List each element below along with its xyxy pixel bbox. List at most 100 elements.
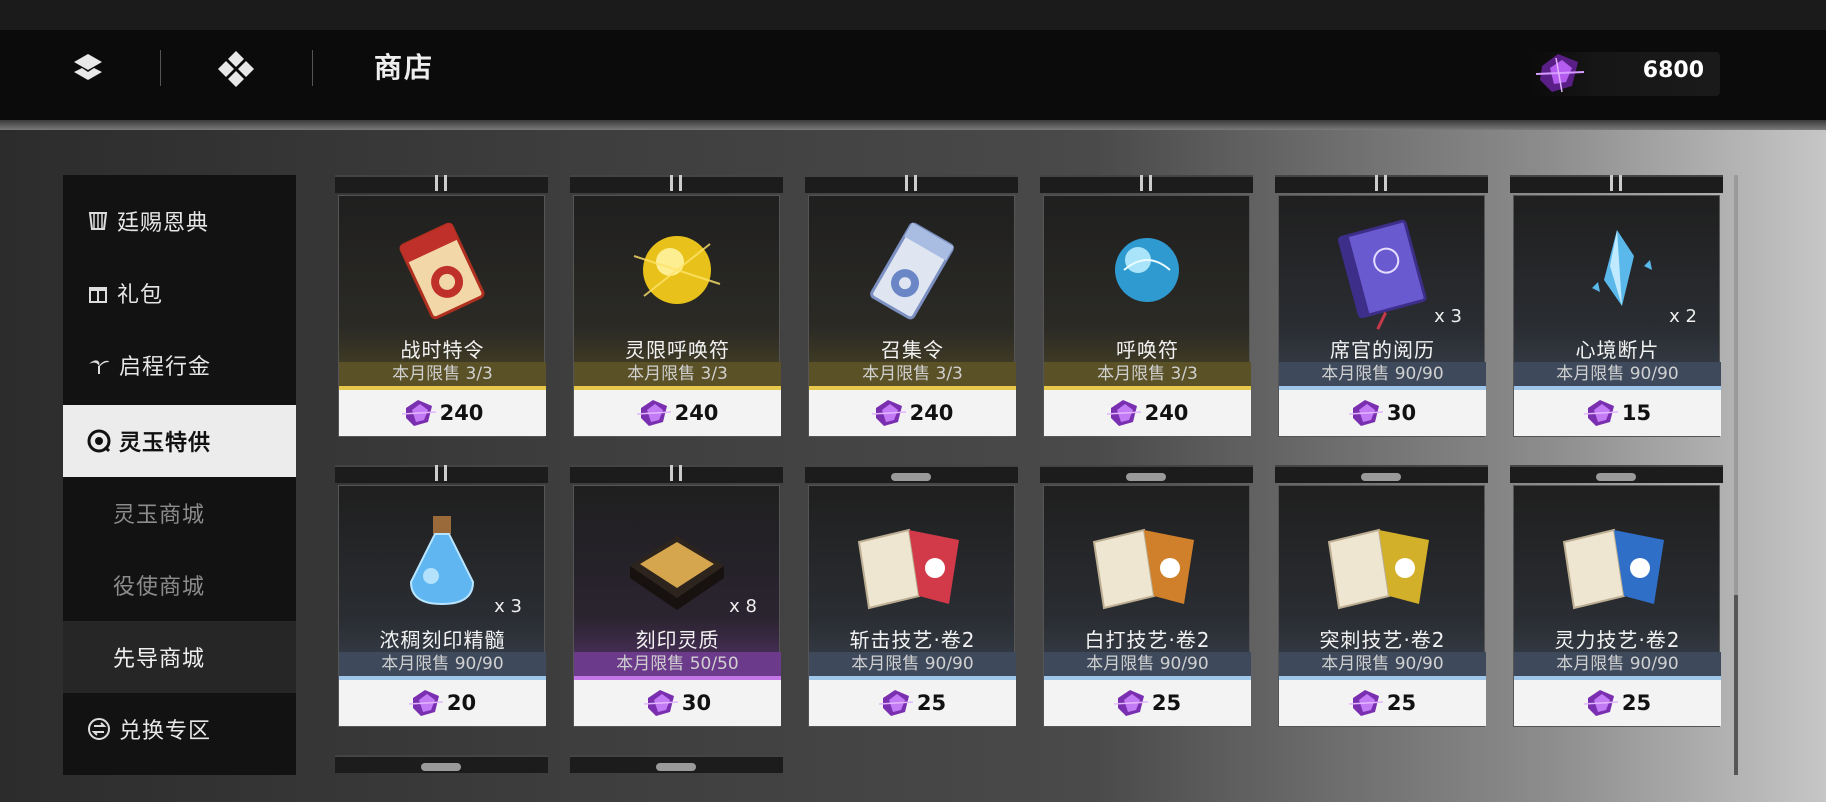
item-price: 240 <box>674 401 719 425</box>
card-cap <box>805 175 1018 193</box>
sidebar-subitem-jade-mall[interactable]: 灵玉商城 <box>63 477 296 549</box>
layers-icon[interactable] <box>68 48 108 88</box>
shop-item-card[interactable]: 突刺技艺·卷2 本月限售 90/90 25 <box>1275 465 1488 730</box>
silver-ticket-icon <box>870 222 954 320</box>
yellow-scroll-icon <box>1327 528 1429 610</box>
shop-item-card[interactable]: x 3 浓稠刻印精髓 本月限售 90/90 20 <box>335 465 548 730</box>
purchase-limit: 本月限售 90/90 <box>809 652 1016 676</box>
item-price: 20 <box>446 691 477 715</box>
item-price: 240 <box>439 401 484 425</box>
sidebar-item-gift-pack[interactable]: 礼包 <box>63 257 296 329</box>
sidebar-item-exchange[interactable]: 兑换专区 <box>63 693 296 765</box>
shop-item-card[interactable]: 灵限呼唤符 本月限售 3/3 240 <box>570 175 783 440</box>
card-cap <box>335 465 548 483</box>
price-button[interactable]: 25 <box>1044 680 1251 726</box>
price-button[interactable]: 25 <box>809 680 1016 726</box>
exchange-icon <box>88 718 110 740</box>
purple-crystal-icon <box>878 690 913 716</box>
sidebar-item-label: 灵玉特供 <box>119 431 212 456</box>
item-name: 呼唤符 <box>1116 338 1179 362</box>
scrollbar-thumb[interactable] <box>1734 175 1738 595</box>
sidebar-item-label: 先导商城 <box>113 647 206 672</box>
card-panel: 白打技艺·卷2 本月限售 90/90 25 <box>1043 485 1251 727</box>
price-button[interactable]: 20 <box>339 680 546 726</box>
purchase-limit: 本月限售 3/3 <box>809 362 1016 386</box>
card-cap <box>805 465 1018 483</box>
sidebar-item-grace[interactable]: 廷赐恩典 <box>63 185 296 257</box>
sidebar-item-jade-special[interactable]: 灵玉特供 <box>63 405 296 477</box>
sprout-icon <box>89 360 109 374</box>
sidebar-item-label: 启程行金 <box>119 355 212 380</box>
item-name: 白打技艺·卷2 <box>1084 628 1211 652</box>
top-bar-rim <box>0 120 1826 130</box>
sidebar-subitem-pioneer-mall[interactable]: 先导商城 <box>63 621 296 693</box>
item-price: 15 <box>1621 401 1652 425</box>
card-cap <box>570 175 783 193</box>
purple-crystal-icon <box>1348 400 1383 426</box>
card-cap <box>1275 465 1488 483</box>
red-scroll-icon <box>857 528 959 610</box>
item-quantity: x 3 <box>494 596 522 617</box>
divider <box>160 50 161 86</box>
item-name: 战时特令 <box>400 338 485 362</box>
price-button[interactable]: 30 <box>1279 390 1486 436</box>
price-button[interactable]: 25 <box>1514 680 1721 726</box>
sidebar-subitem-servant-mall[interactable]: 役使商城 <box>63 549 296 621</box>
sidebar: 廷赐恩典 礼包 启程行金 灵玉特供 灵玉商城 役使商城 先导商城 兑换专区 <box>63 175 296 775</box>
card-panel: 灵限呼唤符 本月限售 3/3 240 <box>573 195 781 437</box>
card-cap <box>1040 175 1253 193</box>
price-button[interactable]: 240 <box>339 390 546 436</box>
shop-item-card[interactable]: 斩击技艺·卷2 本月限售 90/90 25 <box>805 465 1018 730</box>
sidebar-item-label: 礼包 <box>117 283 164 308</box>
top-bar: 商店 6800 <box>0 30 1826 120</box>
purple-crystal-icon <box>643 690 678 716</box>
item-name: 浓稠刻印精髓 <box>379 628 506 652</box>
purchase-limit: 本月限售 90/90 <box>1514 362 1721 386</box>
purchase-limit: 本月限售 90/90 <box>1514 652 1721 676</box>
golden-orb-icon <box>633 236 721 304</box>
purple-crystal-icon <box>401 400 436 426</box>
item-quantity: x 8 <box>729 596 757 617</box>
purple-crystal-icon <box>1532 48 1588 100</box>
gift-icon <box>89 287 107 303</box>
shop-item-card[interactable]: 战时特令 本月限售 3/3 240 <box>335 175 548 440</box>
shop-item-card[interactable]: 呼唤符 本月限售 3/3 240 <box>1040 175 1253 440</box>
orange-scroll-icon <box>1092 528 1194 610</box>
purple-crystal-icon <box>1348 690 1383 716</box>
purple-crystal-icon <box>408 690 443 716</box>
item-price: 30 <box>681 691 712 715</box>
card-panel: 突刺技艺·卷2 本月限售 90/90 25 <box>1278 485 1486 727</box>
shop-item-card[interactable]: x 2 心境断片 本月限售 90/90 15 <box>1510 175 1723 440</box>
purchase-limit: 本月限售 3/3 <box>574 362 781 386</box>
purple-crystal-icon <box>1583 690 1618 716</box>
price-button[interactable]: 240 <box>574 390 781 436</box>
price-button[interactable]: 25 <box>1279 680 1486 726</box>
item-price: 240 <box>909 401 954 425</box>
card-panel: 斩击技艺·卷2 本月限售 90/90 25 <box>808 485 1016 727</box>
shop-item-card[interactable]: 召集令 本月限售 3/3 240 <box>805 175 1018 440</box>
item-name: 刻印灵质 <box>635 628 720 652</box>
price-button[interactable]: 240 <box>1044 390 1251 436</box>
divider <box>312 50 313 86</box>
sidebar-item-journey-fund[interactable]: 启程行金 <box>63 329 296 401</box>
sidebar-item-label: 役使商城 <box>113 575 206 600</box>
item-name: 召集令 <box>881 338 944 362</box>
purple-crystal-icon <box>1106 400 1141 426</box>
item-name: 席官的阅历 <box>1330 338 1435 362</box>
shop-item-card[interactable]: 灵力技艺·卷2 本月限售 90/90 25 <box>1510 465 1723 730</box>
price-button[interactable]: 240 <box>809 390 1016 436</box>
shop-item-card[interactable]: x 3 席官的阅历 本月限售 90/90 30 <box>1275 175 1488 440</box>
price-button[interactable]: 15 <box>1514 390 1721 436</box>
price-button[interactable]: 30 <box>574 680 781 726</box>
item-name: 斩击技艺·卷2 <box>849 628 976 652</box>
shop-item-card[interactable]: x 8 刻印灵质 本月限售 50/50 30 <box>570 465 783 730</box>
card-panel: 召集令 本月限售 3/3 240 <box>808 195 1016 437</box>
item-name: 灵力技艺·卷2 <box>1554 628 1681 652</box>
diamond-grid-icon[interactable] <box>216 48 256 88</box>
purchase-limit: 本月限售 3/3 <box>1044 362 1251 386</box>
card-panel: 战时特令 本月限售 3/3 240 <box>338 195 546 437</box>
purple-crystal-icon <box>871 400 906 426</box>
shop-item-card[interactable]: 白打技艺·卷2 本月限售 90/90 25 <box>1040 465 1253 730</box>
purchase-limit: 本月限售 90/90 <box>1279 652 1486 676</box>
purple-crystal-icon <box>1113 690 1148 716</box>
